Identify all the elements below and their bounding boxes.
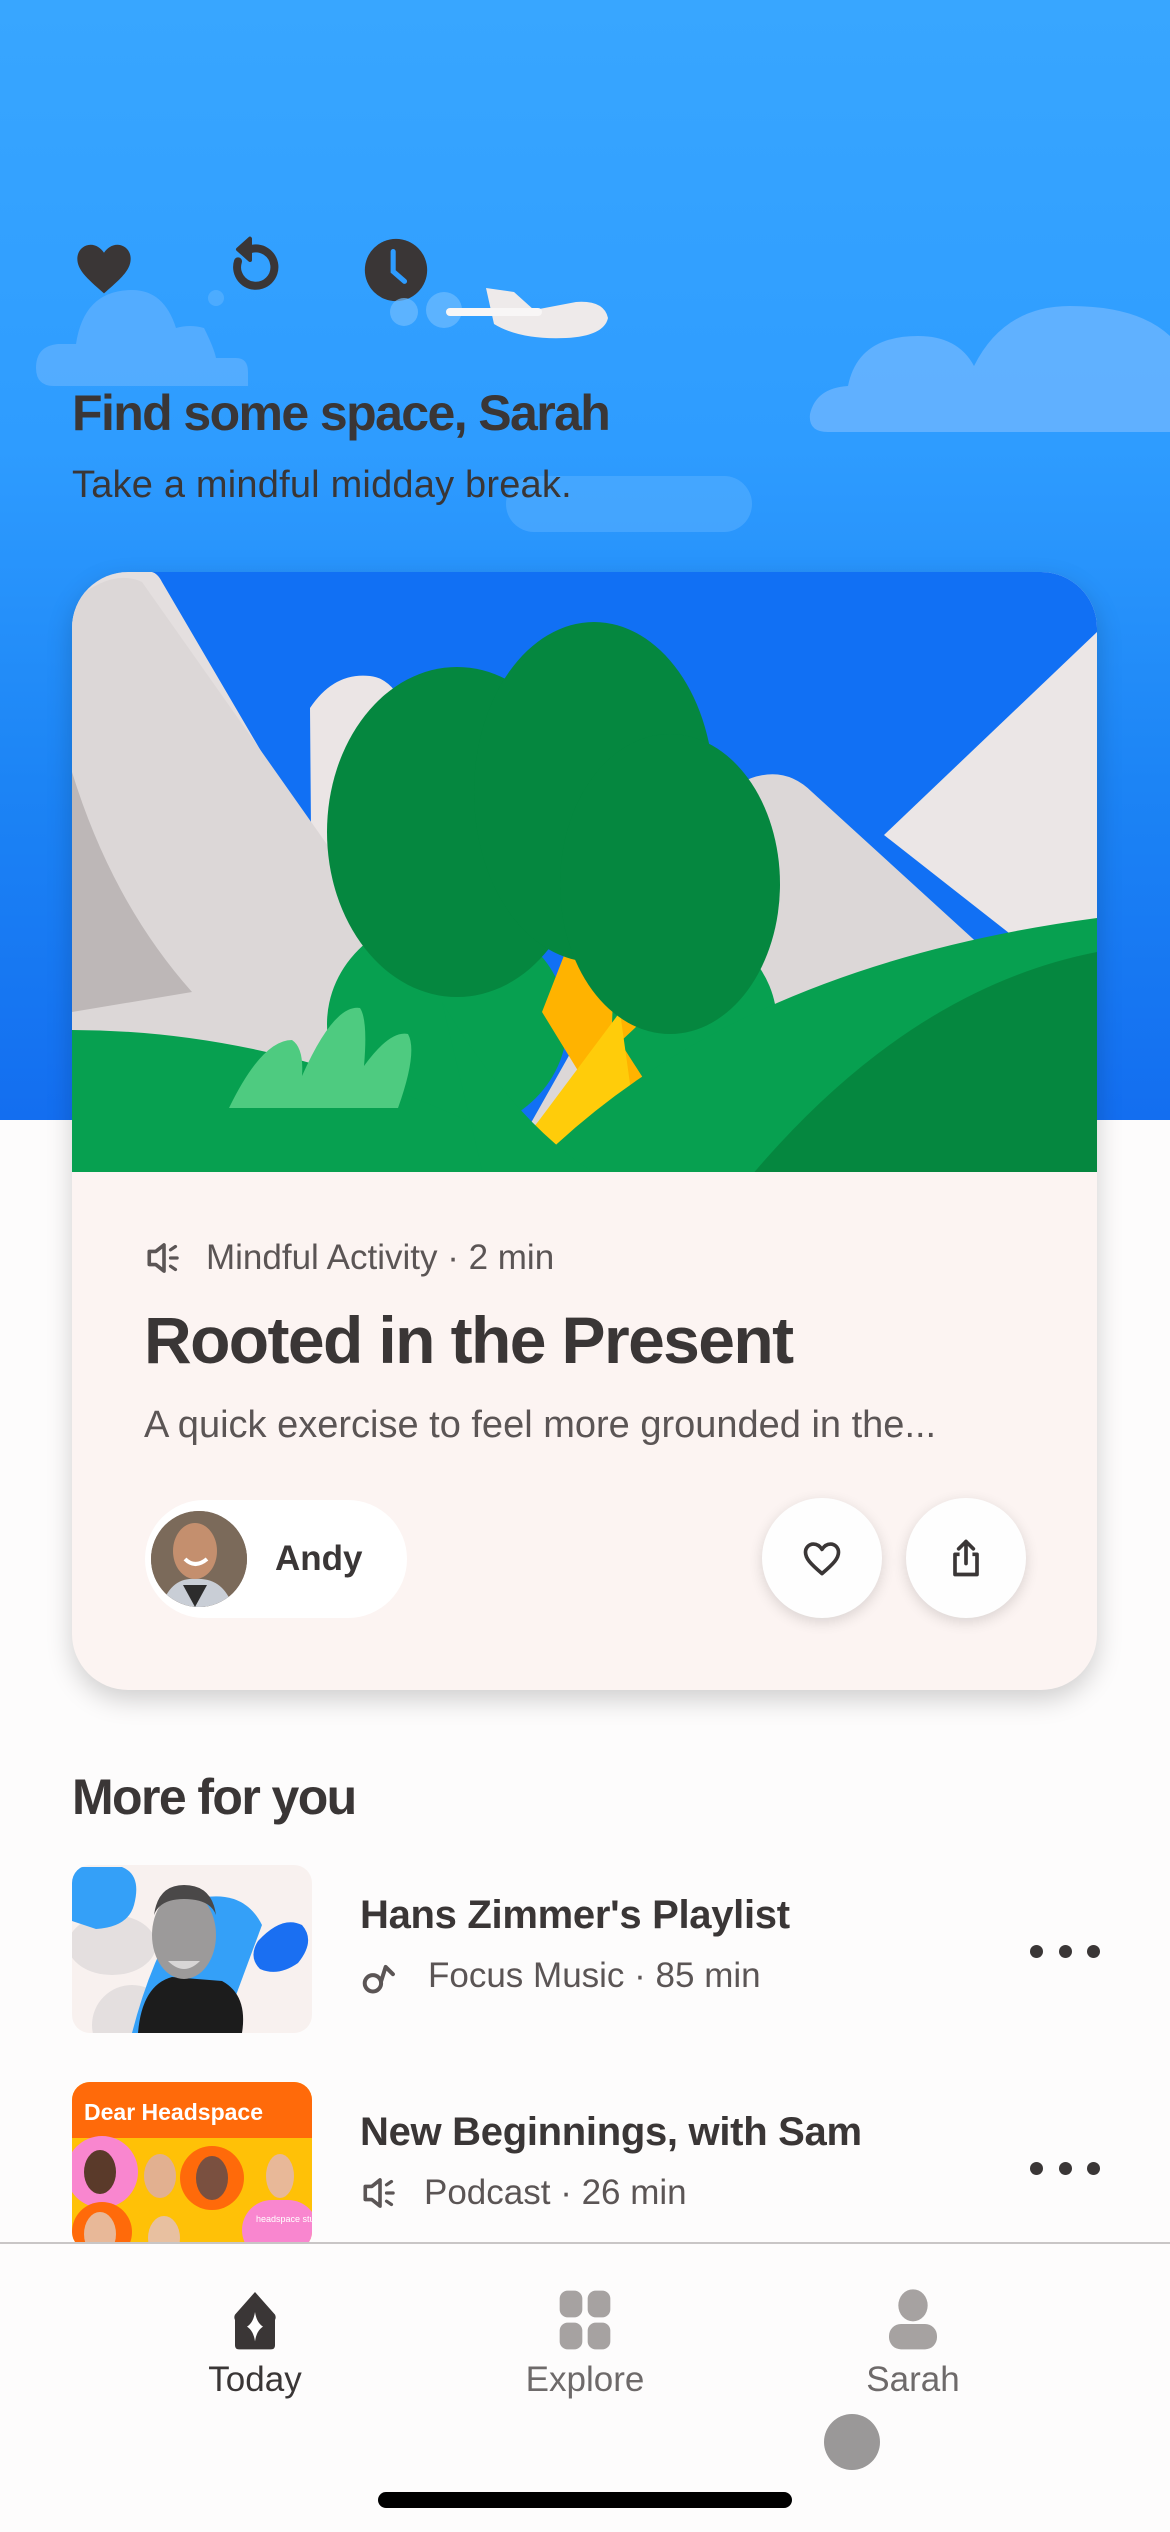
grid-icon xyxy=(559,2290,611,2350)
thumbnail-title: Dear Headspace xyxy=(84,2099,263,2125)
card-illustration xyxy=(72,572,1097,1172)
activity-meta-text: Mindful Activity · 2 min xyxy=(206,1238,555,1277)
header-icons-row xyxy=(72,236,632,339)
more-dot xyxy=(1087,1944,1100,1958)
more-options-button[interactable] xyxy=(1030,1931,1100,1971)
music-note-icon xyxy=(362,1964,395,1994)
greeting-title: Find some space, Sarah xyxy=(72,385,611,441)
item-title: New Beginnings, with Sam xyxy=(360,2110,862,2154)
more-options-button[interactable] xyxy=(1030,2148,1100,2188)
touch-indicator xyxy=(824,2414,880,2470)
item-title: Hans Zimmer's Playlist xyxy=(360,1893,790,1937)
tab-today[interactable]: Today xyxy=(125,2244,385,2414)
cloud-decoration xyxy=(809,306,1170,432)
list-item[interactable]: Dear Headspace headspace studios New Beg… xyxy=(72,2082,1112,2252)
item-meta-text: Podcast · 26 min xyxy=(424,2173,687,2212)
more-dot xyxy=(1087,2161,1100,2175)
tab-profile[interactable]: Sarah xyxy=(783,2244,1043,2414)
tab-label: Today xyxy=(208,2360,302,2399)
bubble-decoration xyxy=(208,290,224,306)
airplane-decoration xyxy=(390,288,608,339)
list-item[interactable]: Hans Zimmer's Playlist Focus Music · 85 … xyxy=(72,1865,1112,2035)
heart-outline-icon xyxy=(803,1542,841,1576)
heart-filled-icon[interactable] xyxy=(72,236,144,308)
tab-label: Explore xyxy=(525,2360,645,2399)
item-meta: Focus Music · 85 min xyxy=(360,1953,761,1999)
card-title: Rooted in the Present xyxy=(144,1303,794,1377)
card-description: A quick exercise to feel more grounded i… xyxy=(144,1404,937,1446)
item-meta: Podcast · 26 min xyxy=(360,2170,687,2216)
item-meta-text: Focus Music · 85 min xyxy=(428,1956,761,1995)
today-home-icon xyxy=(234,2292,276,2350)
thumbnail-badge: headspace studios xyxy=(256,2214,312,2224)
more-dot xyxy=(1058,2161,1072,2175)
section-title-more-for-you: More for you xyxy=(72,1769,357,1825)
greeting-subtitle: Take a mindful midday break. xyxy=(72,464,572,506)
thumbnail-hans-zimmer xyxy=(72,1865,312,2033)
thumbnail-dear-headspace: Dear Headspace headspace studios xyxy=(72,2082,312,2250)
tab-explore[interactable]: Explore xyxy=(455,2244,715,2414)
teacher-chip[interactable]: Andy xyxy=(145,1500,407,1618)
more-dot xyxy=(1030,1944,1043,1958)
share-button[interactable] xyxy=(906,1498,1026,1618)
featured-card[interactable]: Mindful Activity · 2 min Rooted in the P… xyxy=(72,572,1097,1690)
profile-icon xyxy=(889,2289,937,2350)
speaker-icon xyxy=(147,1243,179,1273)
more-dot xyxy=(1030,2161,1043,2175)
activity-meta: Mindful Activity · 2 min xyxy=(144,1236,554,1280)
home-indicator[interactable] xyxy=(378,2492,792,2508)
teacher-avatar xyxy=(151,1511,247,1607)
tab-bar: Today Explore Sarah xyxy=(0,2242,1170,2532)
share-icon xyxy=(953,1539,979,1577)
tab-label: Sarah xyxy=(866,2360,960,2399)
speaker-icon xyxy=(363,2178,395,2208)
favorite-button[interactable] xyxy=(762,1498,882,1618)
teacher-name: Andy xyxy=(275,1539,363,1578)
card-body: Mindful Activity · 2 min Rooted in the P… xyxy=(72,1172,1097,1690)
more-dot xyxy=(1058,1944,1072,1958)
